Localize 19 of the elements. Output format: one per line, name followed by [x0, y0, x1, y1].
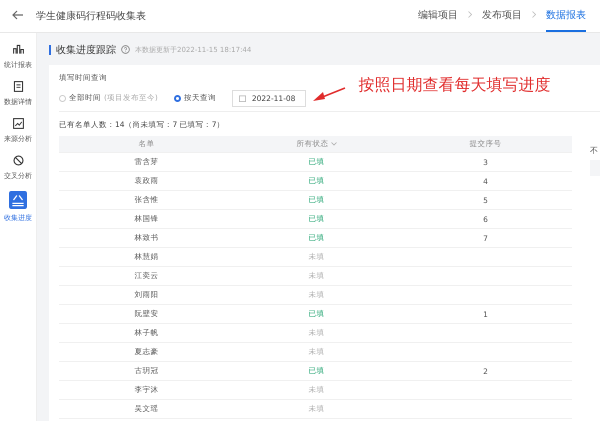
step-tab[interactable]: 数据报表	[546, 0, 586, 32]
section-title: 收集进度跟踪	[56, 44, 116, 57]
help-icon[interactable]	[121, 44, 130, 54]
back-arrow-icon[interactable]	[12, 10, 24, 20]
chevron-icon	[532, 11, 536, 18]
caret-icon[interactable]	[330, 142, 337, 146]
form-title: 学生健康码行程码收集表	[36, 10, 146, 23]
step-tab[interactable]: 编辑项目	[418, 0, 458, 32]
doc-icon	[12, 80, 24, 93]
chevron-icon	[468, 11, 472, 18]
panel-title: 不	[590, 146, 598, 155]
bars-icon	[12, 43, 24, 56]
calendar-icon	[238, 94, 246, 102]
chart-icon	[12, 117, 24, 130]
step-tab[interactable]: 发布项目	[482, 0, 522, 32]
cross-icon	[12, 154, 24, 167]
progress-icon	[9, 191, 27, 209]
annotation-text: 按照日期查看每天填写进度	[358, 74, 550, 96]
annotation-arrow	[312, 87, 346, 103]
